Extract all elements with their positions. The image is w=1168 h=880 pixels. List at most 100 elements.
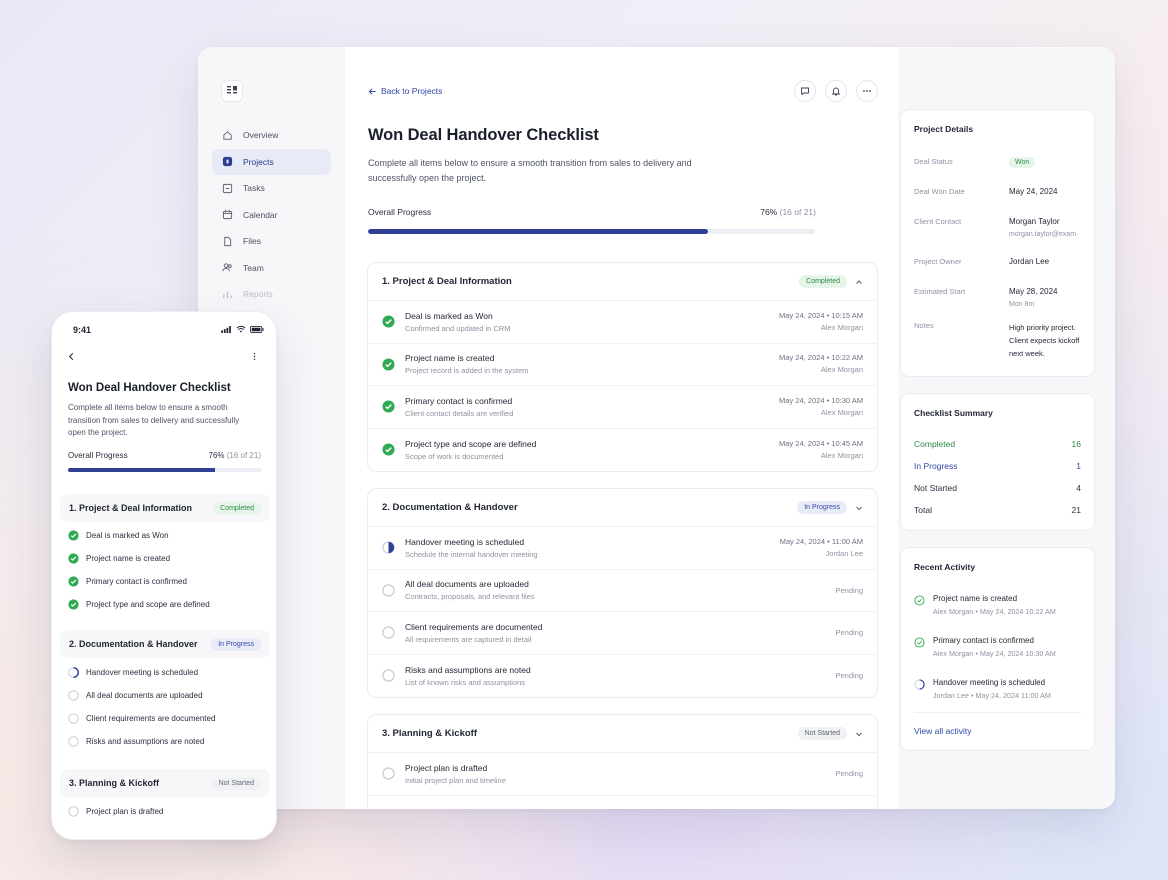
chevron-down-icon[interactable] bbox=[855, 730, 863, 738]
reports-icon bbox=[222, 289, 233, 300]
mobile-checklist-item[interactable]: Client requirements are documented bbox=[68, 713, 215, 724]
task-row[interactable]: Risks and assumptions are noted List of k… bbox=[368, 655, 877, 698]
check-circle-icon[interactable] bbox=[68, 576, 79, 587]
more-options-button[interactable] bbox=[856, 80, 878, 102]
detail-value: Won bbox=[1009, 155, 1036, 169]
sidebar-item-projects[interactable]: Projects bbox=[212, 148, 331, 175]
activity-item[interactable]: Project name is created Alex Morgan • May… bbox=[914, 594, 1081, 616]
sidebar-item-overview[interactable]: Overview bbox=[212, 122, 331, 148]
page-description: Complete all items below to ensure a smo… bbox=[368, 158, 692, 183]
activity-when: May 24, 2024 11:00 AM bbox=[975, 691, 1051, 700]
section-header[interactable]: 2. Documentation & Handover In Progress bbox=[368, 489, 877, 527]
sidebar-item-label: Files bbox=[243, 236, 261, 246]
task-subtitle: Confirmed and updated in CRM bbox=[405, 323, 511, 333]
battery-icon bbox=[250, 325, 264, 333]
task-title: Client requirements are documented bbox=[405, 621, 543, 632]
task-row[interactable]: Handover meeting is scheduled Schedule th… bbox=[368, 527, 877, 570]
section-header[interactable]: 3. Planning & Kickoff Not Started bbox=[368, 715, 877, 753]
mobile-section-header[interactable]: 3. Planning & Kickoff Not Started bbox=[60, 769, 270, 797]
check-circle-icon[interactable] bbox=[382, 315, 395, 328]
sidebar-item-files[interactable]: Files bbox=[212, 228, 331, 254]
section-title: 2. Documentation & Handover bbox=[382, 502, 518, 513]
mobile-checklist-item[interactable]: Deal is marked as Won bbox=[68, 530, 169, 541]
check-circle-icon[interactable] bbox=[68, 599, 79, 610]
sidebar-item-team[interactable]: Team bbox=[212, 255, 331, 281]
detail-value: High priority project. Client expects ki… bbox=[1009, 323, 1080, 358]
task-row[interactable]: Primary contact is confirmed Client conta… bbox=[368, 386, 877, 429]
task-row[interactable]: Deal is marked as Won Confirmed and updat… bbox=[368, 301, 877, 344]
client-contact-email[interactable]: morgan.taylor@exam bbox=[1009, 228, 1076, 241]
detail-label: Estimated Start bbox=[914, 287, 966, 296]
mobile-checklist-item[interactable]: Project type and scope are defined bbox=[68, 599, 210, 610]
mobile-section-title: 2. Documentation & Handover bbox=[69, 639, 198, 649]
mobile-progress-value: 76% (16 of 21) bbox=[209, 451, 262, 460]
summary-label: In Progress bbox=[914, 461, 958, 471]
section-header[interactable]: 1. Project & Deal Information Completed bbox=[368, 263, 877, 301]
mobile-checklist-item[interactable]: All deal documents are uploaded bbox=[68, 690, 203, 701]
sidebar-item-tasks[interactable]: Tasks bbox=[212, 175, 331, 201]
view-all-activity-link[interactable]: View all activity bbox=[914, 726, 971, 736]
empty-circle-icon[interactable] bbox=[68, 806, 79, 817]
task-row[interactable]: Project plan is drafted Initial project p… bbox=[368, 753, 877, 796]
summary-label: Total bbox=[914, 505, 932, 515]
activity-item[interactable]: Handover meeting is scheduled Jordan Lee … bbox=[914, 678, 1081, 700]
grid-logo-icon bbox=[227, 86, 237, 94]
detail-label: Client Contact bbox=[914, 217, 962, 226]
in-progress-icon[interactable] bbox=[68, 667, 79, 678]
check-circle-icon[interactable] bbox=[68, 530, 79, 541]
summary-value: 4 bbox=[1076, 483, 1081, 493]
more-vertical-icon[interactable] bbox=[250, 352, 259, 361]
task-row[interactable]: Project name is created Project record is… bbox=[368, 344, 877, 386]
notifications-button[interactable] bbox=[825, 80, 847, 102]
recent-activity-card: Recent Activity Project name is created A… bbox=[900, 547, 1095, 751]
task-status: Pending bbox=[835, 628, 863, 638]
chevron-down-icon[interactable] bbox=[855, 504, 863, 512]
mobile-section-header[interactable]: 1. Project & Deal Information Completed bbox=[60, 494, 270, 522]
mobile-checklist-item[interactable]: Project name is created bbox=[68, 553, 170, 564]
activity-title: Primary contact is confirmed bbox=[933, 636, 1034, 645]
mobile-checklist-item[interactable]: Handover meeting is scheduled bbox=[68, 667, 198, 678]
mobile-checklist-item[interactable]: Risks and assumptions are noted bbox=[68, 736, 204, 747]
mobile-item-label: Project name is created bbox=[86, 554, 171, 563]
chevron-left-icon[interactable] bbox=[67, 352, 76, 361]
mobile-checklist-item[interactable]: Project plan is drafted bbox=[68, 806, 163, 817]
empty-circle-icon[interactable] bbox=[382, 584, 395, 597]
empty-circle-icon[interactable] bbox=[68, 690, 79, 701]
empty-circle-icon[interactable] bbox=[382, 669, 395, 682]
task-row[interactable]: All deal documents are uploaded Contracts… bbox=[368, 570, 877, 612]
page-title: Won Deal Handover Checklist bbox=[368, 126, 599, 144]
empty-circle-icon[interactable] bbox=[68, 713, 79, 724]
empty-circle-icon[interactable] bbox=[382, 767, 395, 780]
app-logo[interactable] bbox=[221, 80, 243, 102]
chevron-up-icon[interactable] bbox=[855, 278, 863, 286]
empty-circle-icon[interactable] bbox=[382, 626, 395, 639]
activity-when: May 24, 2024 10:30 AM bbox=[979, 649, 1056, 658]
mobile-section-header[interactable]: 2. Documentation & Handover In Progress bbox=[60, 630, 270, 658]
section-planning-kickoff: 3. Planning & Kickoff Not Started Projec… bbox=[367, 714, 878, 809]
check-circle-icon[interactable] bbox=[382, 443, 395, 456]
comments-button[interactable] bbox=[794, 80, 816, 102]
chat-bubble-icon bbox=[801, 87, 809, 96]
task-date: May 24, 2024 bbox=[779, 395, 825, 405]
mobile-item-label: All deal documents are uploaded bbox=[86, 691, 203, 700]
section-project-deal-info: 1. Project & Deal Information Completed … bbox=[367, 262, 878, 472]
back-to-projects-link[interactable]: Back to Projects bbox=[368, 86, 442, 96]
detail-value: Jordan Lee bbox=[1009, 257, 1050, 266]
home-icon bbox=[222, 130, 233, 141]
sidebar-item-label: Team bbox=[243, 262, 264, 273]
task-row[interactable]: Client requirements are documented All re… bbox=[368, 612, 877, 655]
check-circle-icon[interactable] bbox=[68, 553, 79, 564]
check-circle-outline-icon bbox=[914, 595, 925, 606]
in-progress-icon[interactable] bbox=[382, 541, 395, 554]
activity-when: May 24, 2024 10:22 AM bbox=[979, 607, 1056, 616]
mobile-checklist-item[interactable]: Primary contact is confirmed bbox=[68, 576, 187, 587]
sidebar-item-reports[interactable]: Reports bbox=[212, 281, 331, 307]
client-contact-name: Morgan Taylor bbox=[1009, 217, 1060, 226]
activity-item[interactable]: Primary contact is confirmed Alex Morgan … bbox=[914, 636, 1081, 658]
summary-value: 16 bbox=[1071, 439, 1081, 449]
check-circle-icon[interactable] bbox=[382, 400, 395, 413]
sidebar-item-calendar[interactable]: Calendar bbox=[212, 202, 331, 228]
empty-circle-icon[interactable] bbox=[68, 736, 79, 747]
check-circle-icon[interactable] bbox=[382, 358, 395, 371]
task-row[interactable]: Project type and scope are defined Scope … bbox=[368, 429, 877, 472]
